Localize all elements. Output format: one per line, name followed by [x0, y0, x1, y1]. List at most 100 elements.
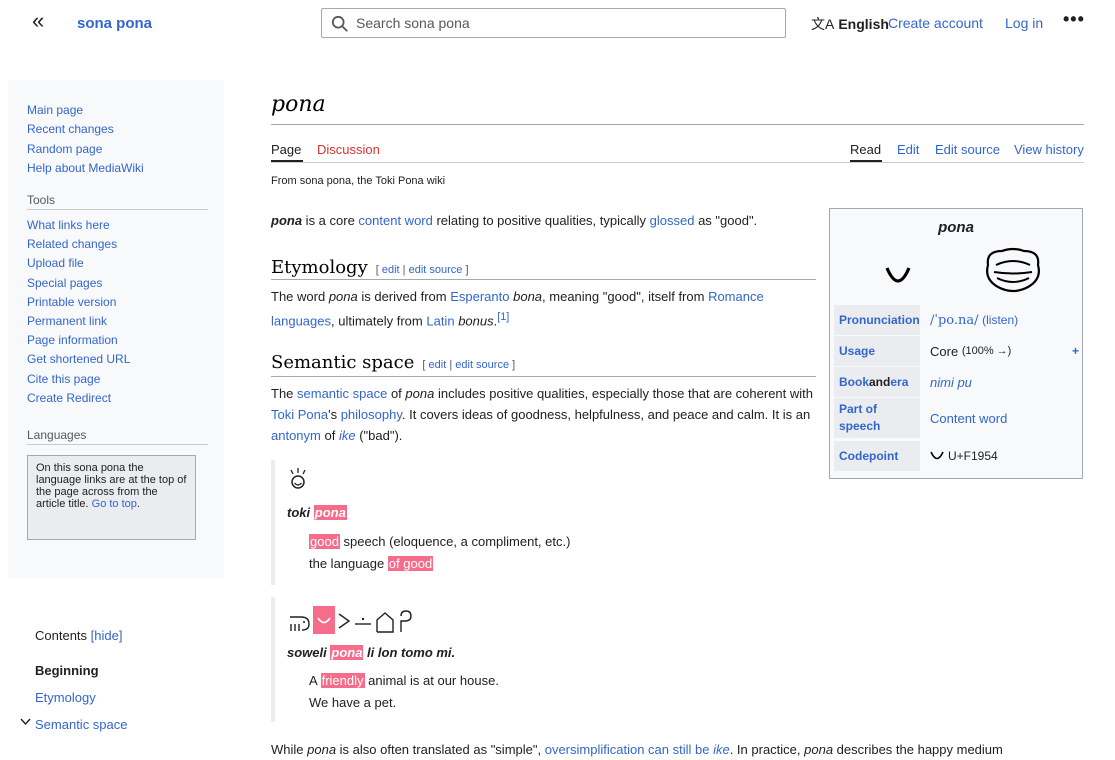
sidebar-item-upload-file[interactable]: Upload file	[27, 256, 84, 270]
sidebar-tools-nav: What links here Related changes Upload f…	[27, 216, 130, 408]
sidebar-item-help[interactable]: Help about MediaWiki	[27, 161, 144, 175]
languages-heading: Languages	[27, 428, 87, 442]
example-1-quote-bar	[271, 460, 275, 585]
intro-paragraph: pona is a core content word relating to …	[271, 213, 758, 228]
go-to-top-link[interactable]: Go to top	[92, 498, 137, 510]
semantic-space-link[interactable]: semantic space	[297, 386, 387, 401]
semantic-divider	[271, 376, 816, 377]
sitelen-emoji-glyph-icon	[986, 247, 1040, 293]
toki-pona-link[interactable]: Toki Pona	[271, 407, 328, 422]
content-word-infobox-link[interactable]: Content word	[930, 411, 1007, 426]
era-link[interactable]: era	[890, 374, 908, 391]
semantic-edit-link[interactable]: edit	[429, 359, 447, 371]
sidebar-item-related-changes[interactable]: Related changes	[27, 237, 117, 251]
listen-link[interactable]: (listen)	[982, 313, 1018, 327]
toc-item-semantic-space[interactable]: Semantic space	[35, 717, 128, 732]
languages-divider	[27, 444, 208, 445]
page-title: pona	[271, 92, 326, 117]
sidebar-item-cite-page[interactable]: Cite this page	[27, 372, 100, 386]
reference-1-link[interactable]: [1]	[497, 311, 509, 323]
tab-view-history[interactable]: View history	[1014, 142, 1084, 157]
ipa-link[interactable]: /ˈpo.na/	[930, 313, 979, 328]
site-name-link[interactable]: sona pona	[77, 15, 152, 32]
example-2-translation-2: We have a pet.	[309, 695, 397, 710]
latin-link[interactable]: Latin	[426, 313, 454, 328]
sidebar-item-what-links-here[interactable]: What links here	[27, 218, 110, 232]
tools-heading: Tools	[27, 193, 56, 207]
site-subtitle: From sona pona, the Toki Pona wiki	[271, 175, 446, 187]
etymology-divider	[271, 279, 816, 280]
tab-read[interactable]: Read	[850, 142, 881, 157]
toc-heading: Contents [hide]	[35, 628, 122, 643]
etymology-edit-source-link[interactable]: edit source	[409, 264, 463, 276]
sentence-glyphs-icon	[290, 606, 412, 634]
book-link[interactable]: Book	[839, 374, 869, 391]
example-1-phrase: toki pona	[287, 505, 347, 520]
search-box[interactable]	[321, 8, 786, 38]
chevron-down-icon[interactable]	[20, 717, 31, 729]
codepoint-label[interactable]: Codepoint	[834, 441, 920, 471]
tab-discussion[interactable]: Discussion	[317, 142, 380, 157]
toki-pona-glyph-icon	[290, 468, 306, 489]
pronunciation-value: /ˈpo.na/ (listen)	[930, 305, 1018, 335]
semantic-space-heading: Semantic space[ edit | edit source ]	[271, 352, 516, 373]
example-1-translation-2: the language of good	[309, 556, 434, 571]
esperanto-link[interactable]: Esperanto	[450, 289, 509, 304]
nimi-pu-link[interactable]: nimi pu	[930, 375, 972, 390]
ike-link[interactable]: ike	[339, 428, 356, 443]
example-2-phrase: soweli pona li lon tomo mi.	[287, 645, 456, 660]
tab-edit[interactable]: Edit	[897, 142, 919, 157]
sidebar-item-special-pages[interactable]: Special pages	[27, 276, 102, 290]
sidebar-item-page-information[interactable]: Page information	[27, 333, 118, 347]
etymology-edit-link[interactable]: edit	[382, 264, 400, 276]
infobox-row-codepoint: Codepoint U+F1954	[834, 441, 1079, 471]
usage-expand-button[interactable]: +	[1072, 344, 1079, 358]
tab-edit-source[interactable]: Edit source	[935, 142, 1000, 157]
etymology-heading: Etymology[ edit | edit source ]	[271, 257, 469, 278]
example-1-translation-1: good speech (eloquence, a compliment, et…	[309, 534, 571, 549]
semantic-edit-source-link[interactable]: edit source	[455, 359, 509, 371]
usage-value: Core (100% →)	[930, 343, 1012, 359]
bottom-paragraph: While pona is also often translated as "…	[271, 742, 1003, 757]
sidebar-item-recent-changes[interactable]: Recent changes	[27, 122, 114, 136]
toc-hide-link[interactable]: [hide]	[91, 628, 123, 643]
part-of-speech-label[interactable]: Part of speech	[834, 398, 920, 438]
antonym-link[interactable]: antonym	[271, 428, 321, 443]
content-word-link[interactable]: content word	[358, 213, 432, 228]
sidebar-main-nav: Main page Recent changes Random page Hel…	[27, 101, 144, 179]
usage-label[interactable]: Usage	[834, 336, 920, 366]
pronunciation-label[interactable]: Pronunciation	[834, 305, 920, 335]
example-2-translation-1: A friendly animal is at our house.	[309, 673, 499, 688]
infobox-row-book-and-era: Book and era nimi pu	[834, 367, 1079, 397]
infobox-row-pronunciation: Pronunciation /ˈpo.na/ (listen)	[834, 305, 1079, 335]
tab-page[interactable]: Page	[271, 142, 301, 157]
sidebar-item-permanent-link[interactable]: Permanent link	[27, 314, 107, 328]
semantic-paragraph: The semantic space of pona includes posi…	[271, 386, 814, 443]
book-era-value: nimi pu	[930, 367, 972, 397]
sidebar-item-printable-version[interactable]: Printable version	[27, 295, 116, 309]
log-in-link[interactable]: Log in	[1005, 15, 1043, 31]
toc-title: Contents	[35, 628, 88, 643]
toc-item-etymology[interactable]: Etymology	[35, 690, 96, 705]
infobox-row-part-of-speech: Part of speech Content word	[834, 398, 1079, 438]
glossed-link[interactable]: glossed	[650, 213, 695, 228]
title-divider	[271, 124, 1084, 125]
philosophy-link[interactable]: philosophy	[341, 407, 402, 422]
language-button[interactable]: 文A English	[811, 14, 889, 34]
toc-item-beginning[interactable]: Beginning	[35, 663, 99, 678]
sidebar-item-random-page[interactable]: Random page	[27, 142, 102, 156]
search-input[interactable]	[354, 11, 774, 35]
more-options-icon[interactable]: •••	[1063, 9, 1085, 30]
collapse-sidebar-button[interactable]: «	[32, 8, 44, 34]
codepoint-value: U+F1954	[930, 441, 998, 471]
create-account-link[interactable]: Create account	[888, 15, 983, 31]
language-note: On this sona pona the language links are…	[27, 455, 196, 540]
sidebar-item-main-page[interactable]: Main page	[27, 103, 83, 117]
infobox-row-usage: Usage Core (100% →) +	[834, 336, 1079, 366]
tabs-divider	[271, 162, 1084, 163]
sidebar-item-create-redirect[interactable]: Create Redirect	[27, 391, 111, 405]
sidebar-item-shortened-url[interactable]: Get shortened URL	[27, 352, 130, 366]
oversimplification-link[interactable]: oversimplification can still be ike	[545, 742, 730, 757]
codepoint-glyph-icon	[930, 451, 944, 460]
example-2-quote-bar	[271, 597, 275, 722]
